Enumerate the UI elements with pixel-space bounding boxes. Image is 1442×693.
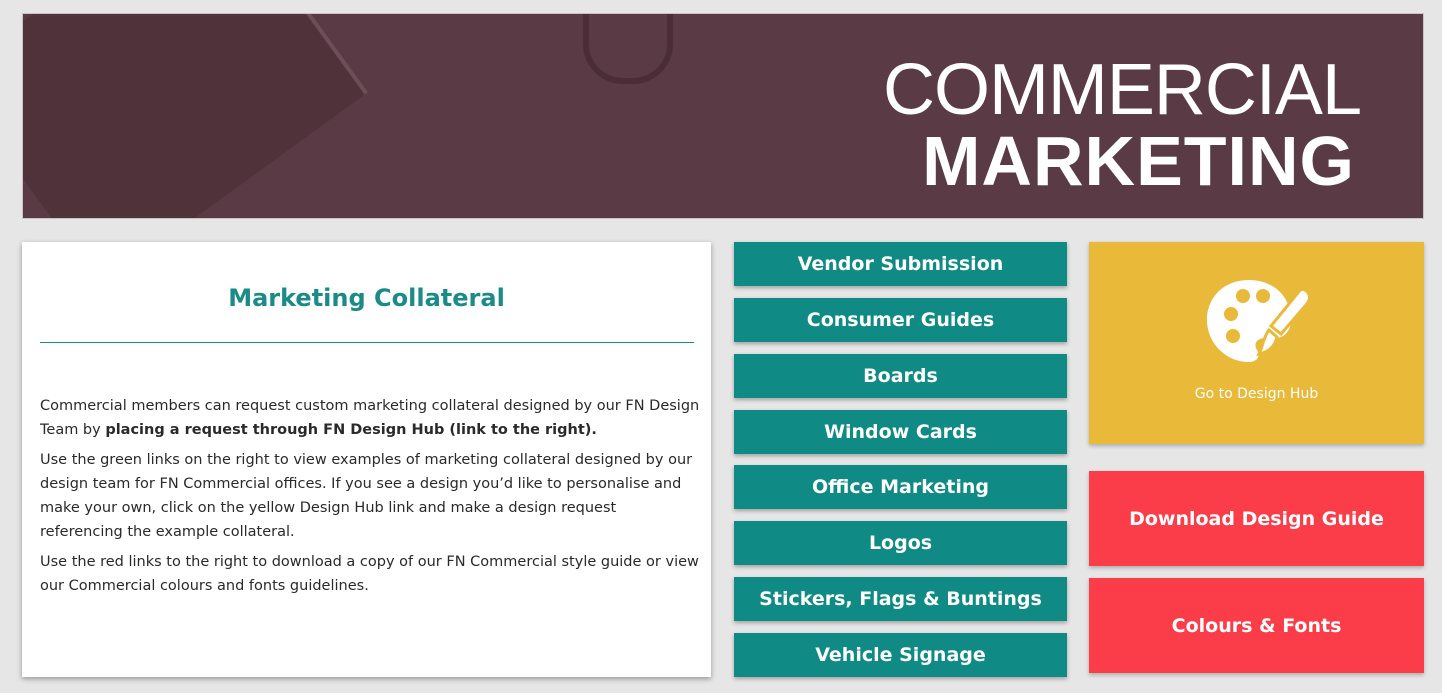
stickers-flags-buntings-button[interactable]: Stickers, Flags & Buntings <box>734 577 1067 621</box>
banner-book-image <box>23 14 368 218</box>
design-hub-button[interactable]: Go to Design Hub <box>1089 242 1424 444</box>
card-body: Commercial members can request custom ma… <box>40 394 700 604</box>
download-design-guide-button[interactable]: Download Design Guide <box>1089 471 1424 566</box>
boards-button[interactable]: Boards <box>734 354 1067 398</box>
consumer-guides-button[interactable]: Consumer Guides <box>734 298 1067 342</box>
colours-fonts-button[interactable]: Colours & Fonts <box>1089 578 1424 673</box>
red-links-paragraph: Use the red links to the right to downlo… <box>40 554 699 594</box>
card-title: Marketing Collateral <box>228 284 505 312</box>
intro-bold-text: placing a request through FN Design Hub … <box>105 422 597 438</box>
design-hub-label: Go to Design Hub <box>1194 386 1319 402</box>
vehicle-signage-button[interactable]: Vehicle Signage <box>734 633 1067 677</box>
logos-button[interactable]: Logos <box>734 521 1067 565</box>
banner-title-line2: MARKETING <box>922 122 1355 200</box>
banner-title: COMMERCIAL MARKETING <box>882 50 1362 200</box>
vendor-submission-button[interactable]: Vendor Submission <box>734 242 1067 286</box>
banner-glasses-image <box>583 14 673 84</box>
green-links-paragraph: Use the green links on the right to view… <box>40 452 693 540</box>
window-cards-button[interactable]: Window Cards <box>734 410 1067 454</box>
banner-title-line1: COMMERCIAL <box>882 50 1362 130</box>
marketing-collateral-card: Marketing Collateral Commercial members … <box>22 242 711 677</box>
card-divider <box>40 342 694 343</box>
palette-icon <box>1207 280 1311 362</box>
header-banner: COMMERCIAL MARKETING <box>22 13 1424 219</box>
intro-paragraph: Commercial members can request custom ma… <box>40 394 700 442</box>
office-marketing-button[interactable]: Office Marketing <box>734 465 1067 509</box>
